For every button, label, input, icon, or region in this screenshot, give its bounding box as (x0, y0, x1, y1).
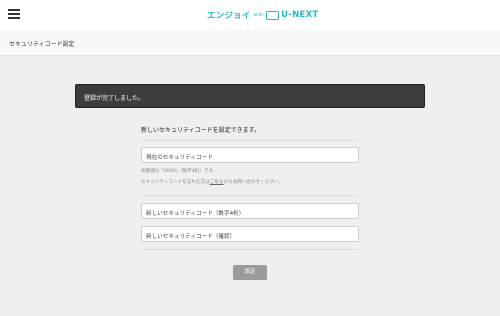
forgot-code-link[interactable]: こちら (210, 180, 224, 185)
forgot-note-suffix: からお問い合わせください。 (223, 180, 284, 185)
logo-with: with (253, 12, 264, 18)
divider (141, 140, 359, 141)
hamburger-menu-icon[interactable] (8, 9, 20, 21)
page-title: セキュリティコード設定 (9, 41, 75, 48)
current-code-input[interactable] (141, 147, 359, 163)
success-alert: 登録が完了しました。 (75, 84, 425, 108)
default-code-note: 初期値は「0000」（数字4桁）です。 (141, 169, 218, 174)
confirm-code-input[interactable] (141, 226, 359, 242)
logo[interactable]: エンジョイ with U-NEXT (207, 8, 319, 22)
divider (141, 195, 359, 196)
tv-screen-icon (266, 10, 280, 20)
submit-button[interactable]: 設定 (233, 265, 267, 280)
form-intro: 新しいセキュリティコードを設定できます。 (141, 127, 261, 134)
subheader: セキュリティコード設定 (0, 30, 500, 56)
divider (141, 249, 359, 250)
forgot-code-note: セキュリティコードを忘れた方はこちらからお問い合わせください。 (141, 179, 283, 185)
forgot-note-prefix: セキュリティコードを忘れた方は (141, 180, 210, 185)
alert-message: 登録が完了しました。 (84, 95, 145, 102)
header: エンジョイ with U-NEXT (0, 0, 500, 30)
logo-brand-part2: U-NEXT (281, 10, 319, 20)
logo-brand-part1: エンジョイ (207, 11, 251, 21)
new-code-input[interactable] (141, 203, 359, 219)
